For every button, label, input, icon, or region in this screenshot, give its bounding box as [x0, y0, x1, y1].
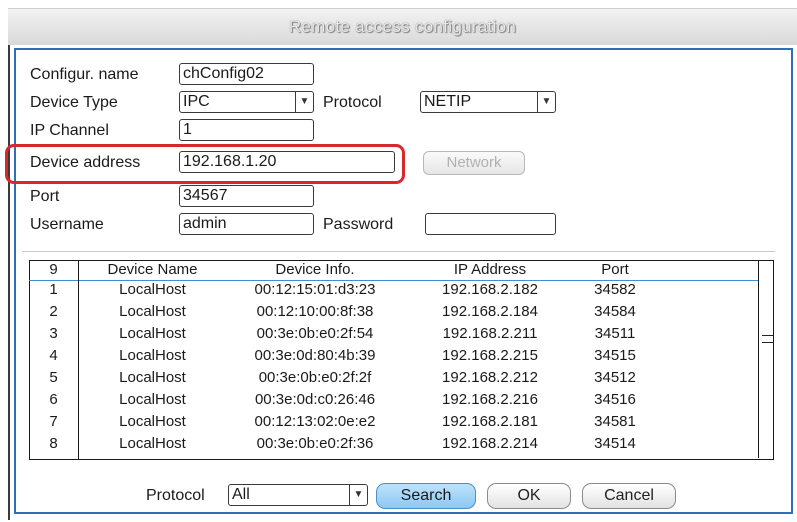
footer-protocol-label: Protocol [146, 487, 205, 504]
ip-address-cell: 192.168.2.212 [442, 369, 538, 386]
column-divider [78, 260, 79, 459]
row-number: 2 [49, 303, 58, 320]
device-info-cell: 00:12:10:00:8f:38 [256, 303, 374, 320]
port-cell: 34515 [594, 347, 636, 364]
table-scrollbar[interactable] [758, 261, 774, 458]
protocol-select[interactable]: NETIP ▼ [420, 91, 556, 113]
config-name-label: Configur. name [30, 66, 139, 83]
divider [22, 251, 775, 252]
password-input[interactable] [425, 213, 556, 235]
device-type-label: Device Type [30, 94, 118, 111]
device-info-cell: 00:3e:0d:80:4b:39 [254, 347, 376, 364]
ip-address-cell: 192.168.2.181 [442, 413, 538, 430]
window-title: Remote access configuration [288, 17, 517, 36]
ip-address-cell: 192.168.2.182 [442, 281, 538, 298]
port-cell: 34516 [594, 391, 636, 408]
ip-channel-label: IP Channel [30, 122, 109, 139]
port-cell: 34512 [594, 369, 636, 386]
row-number: 4 [49, 347, 58, 364]
ip-address-cell: 192.168.2.184 [442, 303, 538, 320]
search-button[interactable]: Search [376, 483, 476, 509]
port-cell: 34582 [594, 281, 636, 298]
device-name-cell: LocalHost [119, 413, 186, 430]
username-input[interactable]: admin [179, 213, 314, 235]
device-info-cell: 00:3e:0b:e0:2f:2f [258, 369, 372, 386]
device-type-select[interactable]: IPC ▼ [179, 91, 314, 113]
column-header-ip-address[interactable]: IP Address [420, 261, 560, 279]
ok-button[interactable]: OK [487, 483, 571, 509]
row-number: 8 [49, 435, 58, 452]
row-number: 5 [49, 369, 58, 386]
port-cell: 34511 [594, 325, 636, 342]
chevron-down-icon[interactable]: ▼ [537, 92, 555, 112]
device-info-cell: 00:3e:0d:c0:26:46 [254, 391, 376, 408]
device-name-cell: LocalHost [119, 435, 186, 452]
username-label: Username [30, 216, 104, 233]
row-number: 3 [49, 325, 58, 342]
device-address-highlight [5, 144, 405, 184]
device-name-cell: LocalHost [119, 281, 186, 298]
cancel-button[interactable]: Cancel [582, 483, 676, 509]
device-name-cell: LocalHost [119, 391, 186, 408]
title-bar: Remote access configuration [8, 8, 797, 45]
protocol-value: NETIP [424, 93, 472, 110]
column-header-device-name[interactable]: Device Name [85, 261, 220, 279]
device-name-cell: LocalHost [119, 369, 186, 386]
ip-address-cell: 192.168.2.215 [442, 347, 538, 364]
chevron-down-icon[interactable]: ▼ [349, 485, 367, 505]
port-label: Port [30, 188, 60, 205]
window-left-edge [8, 8, 10, 520]
network-button[interactable]: Network [423, 151, 525, 175]
ip-address-cell: 192.168.2.211 [442, 325, 538, 342]
footer-protocol-select[interactable]: All ▼ [228, 484, 368, 506]
device-name-cell: LocalHost [119, 303, 186, 320]
ip-address-cell: 192.168.2.216 [442, 391, 538, 408]
port-cell: 34581 [594, 413, 636, 430]
row-count: 9 [49, 261, 58, 278]
footer-protocol-value: All [232, 486, 250, 503]
port-cell: 34584 [594, 303, 636, 320]
config-name-input[interactable]: chConfig02 [179, 63, 314, 85]
device-info-cell: 00:3e:0b:e0:2f:36 [256, 435, 374, 452]
row-number: 1 [49, 281, 58, 298]
device-name-cell: LocalHost [119, 325, 186, 342]
port-input[interactable]: 34567 [179, 185, 314, 207]
port-cell: 34514 [594, 435, 636, 452]
column-header-port[interactable]: Port [580, 261, 650, 279]
device-type-value: IPC [183, 93, 210, 110]
password-label: Password [323, 216, 394, 233]
column-header-device-info[interactable]: Device Info. [240, 261, 390, 279]
scrollbar-handle-icon[interactable] [762, 335, 773, 343]
chevron-down-icon[interactable]: ▼ [295, 92, 313, 112]
ip-address-cell: 192.168.2.214 [442, 435, 538, 452]
row-number: 7 [49, 413, 58, 430]
device-info-cell: 00:12:13:02:0e:e2 [254, 413, 376, 430]
device-info-cell: 00:3e:0b:e0:2f:54 [256, 325, 374, 342]
device-name-cell: LocalHost [119, 347, 186, 364]
protocol-label: Protocol [323, 94, 382, 111]
device-info-cell: 00:12:15:01:d3:23 [254, 281, 376, 298]
row-number: 6 [49, 391, 58, 408]
ip-channel-input[interactable]: 1 [179, 119, 314, 141]
